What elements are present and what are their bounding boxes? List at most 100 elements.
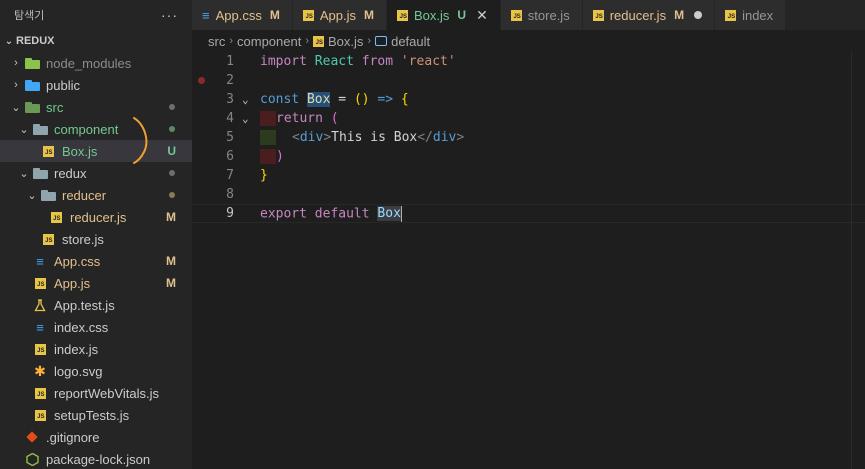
tab-app-js[interactable]: JS App.js M <box>292 0 387 30</box>
tab-app-css[interactable]: ≡ App.css M <box>192 0 293 30</box>
identifier-react: React <box>314 54 354 69</box>
explorer-header: 탐색기 ··· <box>0 0 192 30</box>
tree-item-label: public <box>46 77 80 93</box>
tree-item-label: .gitignore <box>46 429 100 445</box>
code-line: 8 <box>192 185 865 204</box>
js-file-icon: JS <box>302 9 314 21</box>
line-number: 9 <box>226 206 234 221</box>
more-actions-icon[interactable]: ··· <box>161 7 178 23</box>
code-line: 1 import React from 'react' <box>192 52 865 71</box>
tree-item-reducer[interactable]: ⌄ reducer <box>0 184 192 206</box>
tab-reducer-js[interactable]: JS reducer.js M <box>582 0 716 30</box>
tree-item-public[interactable]: › public <box>0 74 192 96</box>
tab-index[interactable]: JS index <box>715 0 787 30</box>
tree-item-label: index.js <box>54 341 99 357</box>
tree-item-reportwebvitals-js[interactable]: JS reportWebVitals.js <box>0 382 192 404</box>
tree-item-app-css[interactable]: ≡ App.css M <box>0 250 192 272</box>
parens: () <box>353 92 370 107</box>
css-file-icon: ≡ <box>202 7 210 23</box>
css-file-icon: ≡ <box>36 253 44 269</box>
tab-git-status: M <box>363 8 374 22</box>
tree-item-store-js[interactable]: JS store.js <box>0 228 192 250</box>
fold-chevron-icon[interactable]: ⌄ <box>242 93 249 106</box>
tab-box-js[interactable]: JS Box.js U ✕ <box>386 0 501 30</box>
code-line-current: 9 export default Box <box>192 204 865 223</box>
git-status-badge: U <box>167 144 176 158</box>
close-icon[interactable]: ✕ <box>476 7 488 24</box>
tree-item-app-test-js[interactable]: App.test.js <box>0 294 192 316</box>
code-line: 5 <div>This is Box</div> <box>192 128 865 147</box>
breadcrumb-separator: › <box>305 35 310 47</box>
indent-guide <box>260 149 276 164</box>
symbol-icon <box>375 36 388 46</box>
keyword-const: const <box>260 92 300 107</box>
tree-item-label: node_modules <box>46 55 132 71</box>
js-file-icon: JS <box>40 144 56 158</box>
git-file-icon <box>24 430 40 444</box>
tree-item-label: reducer <box>62 187 107 203</box>
unsaved-dot-icon[interactable] <box>694 11 703 19</box>
identifier-box: Box <box>306 92 331 107</box>
tree-item-node-modules[interactable]: › node_modules <box>0 52 192 74</box>
tab-label: index <box>742 7 774 23</box>
tree-item-package-lock-json[interactable]: package-lock.json <box>0 448 192 469</box>
tree-item-label: component <box>54 121 119 137</box>
tree-item-redux[interactable]: ⌄ redux <box>0 162 192 184</box>
tag-div: div <box>432 130 457 145</box>
indent-guide <box>260 130 276 145</box>
css-file-icon: ≡ <box>36 319 44 335</box>
orange-annotation-stroke <box>133 117 148 164</box>
breadcrumb-component[interactable]: component <box>237 34 301 49</box>
keyword-export: export <box>260 206 307 221</box>
line-number: 3 <box>226 92 234 107</box>
folder-icon <box>32 122 48 136</box>
tree-item-label: store.js <box>62 231 104 247</box>
chevron-down-icon: ⌄ <box>4 35 14 47</box>
tab-store-js[interactable]: JS store.js <box>500 0 583 30</box>
tree-item-src[interactable]: ⌄ src <box>0 96 192 118</box>
tree-item-label: Box.js <box>62 143 98 159</box>
breadcrumb-symbol[interactable]: default <box>391 34 430 49</box>
tab-label: App.css <box>215 7 262 23</box>
tree-item-label: App.css <box>54 253 101 269</box>
tree-item-component[interactable]: ⌄ component <box>0 118 192 140</box>
tree-item-setuptests-js[interactable]: JS setupTests.js <box>0 404 192 426</box>
code-line: 7 } <box>192 166 865 185</box>
tree-item-logo-svg[interactable]: ✱ logo.svg <box>0 360 192 382</box>
overview-ruler[interactable] <box>851 52 865 469</box>
breakpoint-icon[interactable] <box>198 77 205 84</box>
tree-item-index-css[interactable]: ≡ index.css <box>0 316 192 338</box>
tree-item-reducer-js[interactable]: JS reducer.js M <box>0 206 192 228</box>
tree-item-box-js[interactable]: JS Box.js U <box>0 140 192 162</box>
breadcrumb-src[interactable]: src <box>208 34 225 49</box>
tab-label: Box.js <box>413 7 450 23</box>
tree-item-app-js[interactable]: JS App.js M <box>0 272 192 294</box>
closing-tag-bracket: </ <box>417 130 433 145</box>
code-editor[interactable]: 1 import React from 'react' 2 3 ⌄ const … <box>192 52 865 469</box>
line-number: 5 <box>226 130 234 145</box>
tree-item-label: redux <box>54 165 87 181</box>
svg-file-icon: ✱ <box>34 362 46 379</box>
workspace-header[interactable]: ⌄ REDUX <box>0 30 192 52</box>
tree-item-index-js[interactable]: JS index.js <box>0 338 192 360</box>
json-file-icon <box>24 452 40 466</box>
tag-close-bracket: > <box>456 130 465 145</box>
fold-chevron-icon[interactable]: ⌄ <box>242 112 249 125</box>
chevron-down-icon: ⌄ <box>11 101 21 114</box>
tree-item-gitignore[interactable]: .gitignore <box>0 426 192 448</box>
js-file-icon: JS <box>313 35 325 47</box>
breadcrumb: src › component › JS Box.js › default <box>192 30 865 52</box>
tab-label: reducer.js <box>609 7 667 23</box>
tree-item-label: src <box>46 99 64 115</box>
editor-tabs: ≡ App.css M JS App.js M JS Box.js U ✕ JS store.js JS… <box>192 0 865 30</box>
tab-git-status: U <box>457 8 467 22</box>
keyword-import: import <box>260 54 307 69</box>
chevron-down-icon: ⌄ <box>19 167 29 180</box>
explorer-sidebar: 탐색기 ··· ⌄ REDUX › node_modules › public ⌄ src… <box>0 0 192 469</box>
breadcrumb-file[interactable]: Box.js <box>328 34 363 49</box>
git-status-badge: M <box>166 276 176 290</box>
breadcrumb-separator: › <box>367 35 372 47</box>
code-line: 6 ) <box>192 147 865 166</box>
git-status-badge: M <box>166 254 176 268</box>
tree-item-label: reducer.js <box>70 209 127 225</box>
